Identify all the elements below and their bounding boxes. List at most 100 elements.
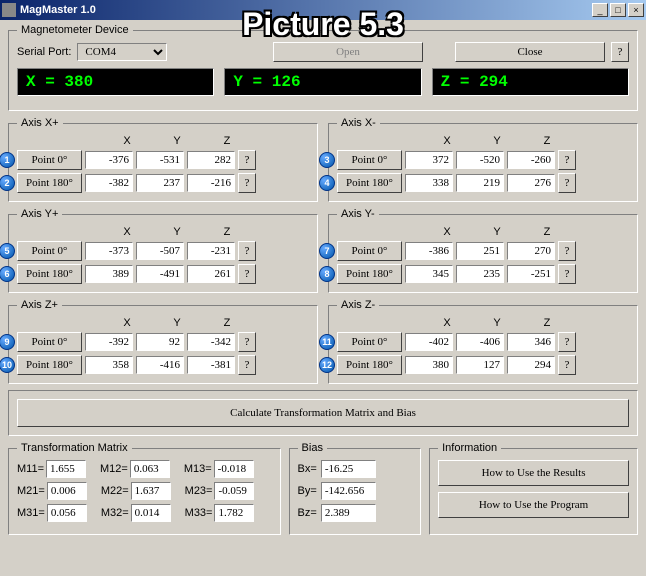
ym-p0-help-button[interactable]: ? xyxy=(558,241,576,261)
axis-zp-group: Axis Z+XYZ9Point 0°?10Point 180°? xyxy=(8,299,318,384)
yp-p0-z-field[interactable] xyxy=(187,242,235,260)
xm-p0-z-field[interactable] xyxy=(507,151,555,169)
zp-p0-help-button[interactable]: ? xyxy=(238,332,256,352)
yp-p180-x-field[interactable] xyxy=(85,265,133,283)
badge-2: 2 xyxy=(0,175,15,191)
ym-p180-help-button[interactable]: ? xyxy=(558,264,576,284)
ym-p0-y-field[interactable] xyxy=(456,242,504,260)
zm-p180-z-field[interactable] xyxy=(507,356,555,374)
col-x: X xyxy=(422,226,472,238)
lcd-x: X = 380 xyxy=(17,68,214,96)
col-z: Z xyxy=(202,226,252,238)
zp-p0-y-field[interactable] xyxy=(136,333,184,351)
bz-field[interactable] xyxy=(321,504,376,522)
xp-p180-z-field[interactable] xyxy=(187,174,235,192)
calculate-button[interactable]: Calculate Transformation Matrix and Bias xyxy=(17,399,629,427)
m32-label: M32= xyxy=(101,507,129,519)
yp-p180-help-button[interactable]: ? xyxy=(238,264,256,284)
zp-p180-y-field[interactable] xyxy=(136,356,184,374)
point-zm-p0-button[interactable]: Point 0° xyxy=(337,332,402,352)
point-yp-p180-button[interactable]: Point 180° xyxy=(17,264,82,284)
xm-p180-x-field[interactable] xyxy=(405,174,453,192)
how-results-button[interactable]: How to Use the Results xyxy=(438,460,629,486)
close-button[interactable]: × xyxy=(628,3,644,17)
xm-p0-x-field[interactable] xyxy=(405,151,453,169)
m31-field[interactable] xyxy=(47,504,87,522)
xp-p180-x-field[interactable] xyxy=(85,174,133,192)
point-ym-p0-button[interactable]: Point 0° xyxy=(337,241,402,261)
point-zp-p0-button[interactable]: Point 0° xyxy=(17,332,82,352)
m11-field[interactable] xyxy=(46,460,86,478)
point-zm-p180-button[interactable]: Point 180° xyxy=(337,355,402,375)
m33-field[interactable] xyxy=(214,504,254,522)
serial-port-select[interactable]: COM4 xyxy=(77,43,167,61)
zp-p180-help-button[interactable]: ? xyxy=(238,355,256,375)
how-program-button[interactable]: How to Use the Program xyxy=(438,492,629,518)
yp-p180-z-field[interactable] xyxy=(187,265,235,283)
ym-p180-y-field[interactable] xyxy=(456,265,504,283)
yp-p0-x-field[interactable] xyxy=(85,242,133,260)
xm-p0-help-button[interactable]: ? xyxy=(558,150,576,170)
zm-p0-help-button[interactable]: ? xyxy=(558,332,576,352)
axis-ym-legend: Axis Y- xyxy=(337,208,379,220)
zp-p0-z-field[interactable] xyxy=(187,333,235,351)
zm-p180-y-field[interactable] xyxy=(456,356,504,374)
m13-field[interactable] xyxy=(214,460,254,478)
col-x: X xyxy=(102,135,152,147)
xp-p0-z-field[interactable] xyxy=(187,151,235,169)
badge-12: 12 xyxy=(319,357,335,373)
xp-p0-x-field[interactable] xyxy=(85,151,133,169)
title-bar: MagMaster 1.0 _ □ × xyxy=(0,0,646,20)
xp-p0-help-button[interactable]: ? xyxy=(238,150,256,170)
m32-field[interactable] xyxy=(131,504,171,522)
ym-p180-x-field[interactable] xyxy=(405,265,453,283)
point-xm-p180-button[interactable]: Point 180° xyxy=(337,173,402,193)
close-button-device[interactable]: Close xyxy=(455,42,605,62)
xm-p180-y-field[interactable] xyxy=(456,174,504,192)
m23-field[interactable] xyxy=(214,482,254,500)
m31-label: M31= xyxy=(17,507,45,519)
zp-p180-x-field[interactable] xyxy=(85,356,133,374)
xp-p180-y-field[interactable] xyxy=(136,174,184,192)
m21-field[interactable] xyxy=(47,482,87,500)
zm-p180-x-field[interactable] xyxy=(405,356,453,374)
col-z: Z xyxy=(202,135,252,147)
xm-p180-z-field[interactable] xyxy=(507,174,555,192)
by-field[interactable] xyxy=(321,482,376,500)
point-ym-p180-button[interactable]: Point 180° xyxy=(337,264,402,284)
yp-p180-y-field[interactable] xyxy=(136,265,184,283)
open-button[interactable]: Open xyxy=(273,42,423,62)
point-yp-p0-button[interactable]: Point 0° xyxy=(17,241,82,261)
ym-p180-z-field[interactable] xyxy=(507,265,555,283)
m12-field[interactable] xyxy=(130,460,170,478)
zp-p0-x-field[interactable] xyxy=(85,333,133,351)
minimize-button[interactable]: _ xyxy=(592,3,608,17)
point-xm-p0-button[interactable]: Point 0° xyxy=(337,150,402,170)
col-y: Y xyxy=(472,135,522,147)
yp-p0-help-button[interactable]: ? xyxy=(238,241,256,261)
xm-p180-help-button[interactable]: ? xyxy=(558,173,576,193)
point-xp-p180-button[interactable]: Point 180° xyxy=(17,173,82,193)
xp-p0-y-field[interactable] xyxy=(136,151,184,169)
point-zp-p180-button[interactable]: Point 180° xyxy=(17,355,82,375)
ym-p0-x-field[interactable] xyxy=(405,242,453,260)
bx-field[interactable] xyxy=(321,460,376,478)
xm-p0-y-field[interactable] xyxy=(456,151,504,169)
zm-p0-z-field[interactable] xyxy=(507,333,555,351)
col-x: X xyxy=(422,317,472,329)
device-help-button[interactable]: ? xyxy=(611,42,629,62)
zm-p180-help-button[interactable]: ? xyxy=(558,355,576,375)
ym-p0-z-field[interactable] xyxy=(507,242,555,260)
zm-p0-x-field[interactable] xyxy=(405,333,453,351)
zm-p0-y-field[interactable] xyxy=(456,333,504,351)
zp-p180-z-field[interactable] xyxy=(187,356,235,374)
device-group: Magnetometer Device Serial Port: COM4 Op… xyxy=(8,24,638,111)
badge-9: 9 xyxy=(0,334,15,350)
yp-p0-y-field[interactable] xyxy=(136,242,184,260)
maximize-button[interactable]: □ xyxy=(610,3,626,17)
bx-label: Bx= xyxy=(298,463,317,475)
badge-4: 4 xyxy=(319,175,335,191)
point-xp-p0-button[interactable]: Point 0° xyxy=(17,150,82,170)
xp-p180-help-button[interactable]: ? xyxy=(238,173,256,193)
m22-field[interactable] xyxy=(131,482,171,500)
